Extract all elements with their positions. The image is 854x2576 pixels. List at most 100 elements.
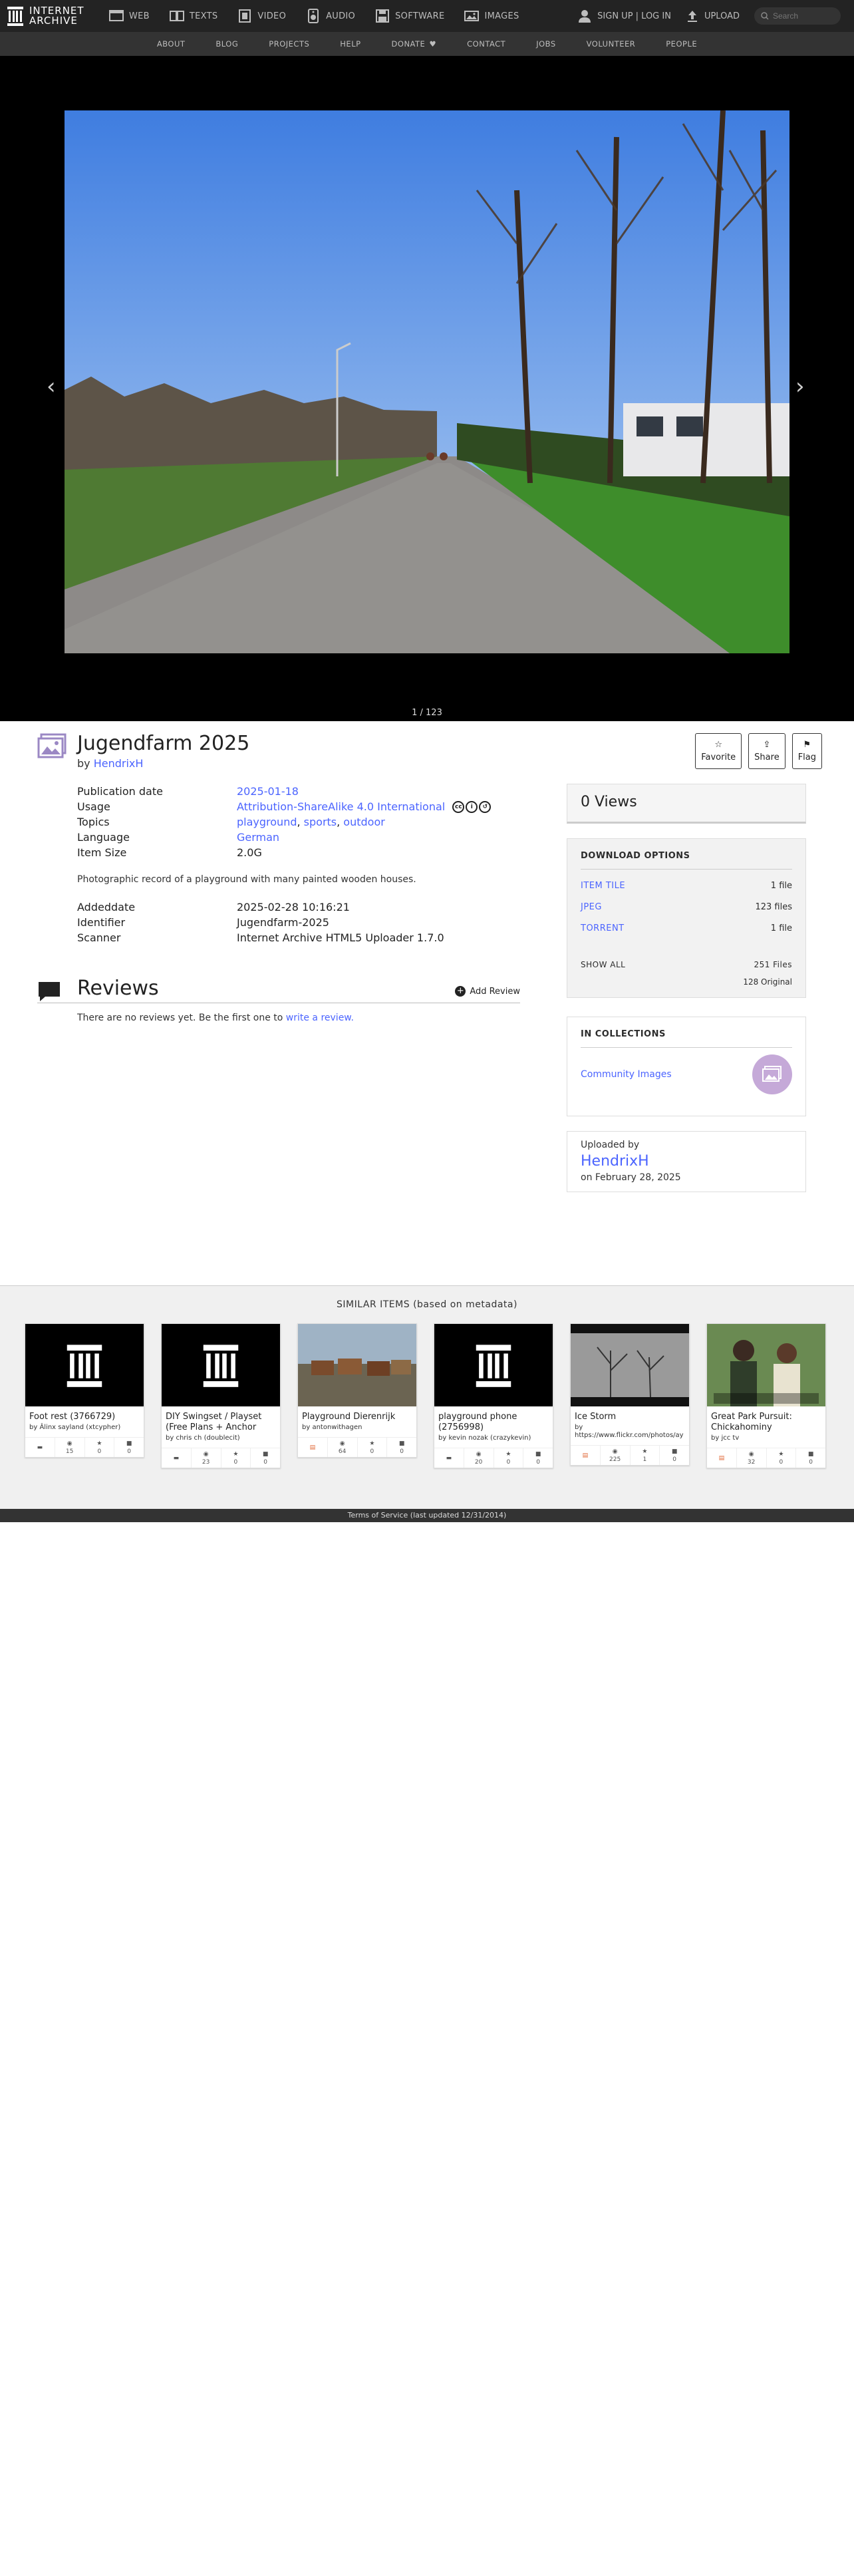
topic-link[interactable]: playground (237, 816, 297, 828)
subnav-blog[interactable]: BLOG (215, 39, 238, 49)
user-icon (579, 10, 591, 23)
film-icon: ▤ (298, 1438, 328, 1457)
top-bar: INTERNET ARCHIVE WEB TEXTS VIDEO AUDIO S… (0, 0, 854, 32)
reviews-stat: ■ 0 (262, 1450, 269, 1466)
tile-stats: ▬ ◉ 15 ★ 0 ■ 0 (25, 1437, 144, 1457)
main-photo[interactable] (65, 110, 789, 653)
image-counter: 1 / 123 (412, 708, 442, 718)
collections-title: IN COLLECTIONS (581, 1029, 792, 1048)
download-jpeg-link[interactable]: JPEG (581, 902, 602, 912)
reviews-title: Reviews (77, 977, 159, 1000)
similar-items-title: SIMILAR ITEMS (based on metadata) (337, 1299, 517, 1310)
tile-byline: by https://www.flickr.com/photos/ay (575, 1424, 684, 1439)
signup-login-link[interactable]: SIGN UP | LOG IN (577, 9, 671, 23)
similar-item-tile[interactable]: playground phone (2756998) by kevin noza… (434, 1323, 553, 1468)
archive-logo-thumbnail (434, 1324, 553, 1406)
cc-icon: cc (452, 801, 465, 814)
author-link[interactable]: HendrixH (94, 757, 144, 770)
similar-item-tile[interactable]: Playground Dierenrijk by antonwithagen ▤… (297, 1323, 417, 1458)
uploader-link[interactable]: HendrixH (581, 1153, 649, 1170)
search-input[interactable] (773, 11, 839, 21)
heart-icon: ♥ (429, 39, 437, 49)
terms-of-service-footer[interactable]: Terms of Service (last updated 12/31/201… (0, 1509, 854, 1522)
eye-icon: ◉ (203, 1450, 209, 1458)
download-row: ITEM TILE 1 file (581, 881, 792, 891)
subnav-contact[interactable]: CONTACT (467, 39, 505, 49)
next-arrow-icon[interactable]: › (795, 375, 805, 398)
nav-video[interactable]: VIDEO (237, 9, 286, 23)
download-item-tile-link[interactable]: ITEM TILE (581, 881, 625, 891)
film-icon (239, 9, 251, 23)
topic-link[interactable]: sports (304, 816, 337, 828)
cows-thumbnail (298, 1324, 416, 1406)
favorite-button[interactable]: ☆ Favorite (695, 733, 742, 769)
user-nav: SIGN UP | LOG IN UPLOAD (577, 0, 841, 32)
book-icon (169, 11, 184, 21)
subnav-volunteer[interactable]: VOLUNTEER (587, 39, 636, 49)
eye-icon: ◉ (476, 1450, 482, 1458)
favorites-stat: ★ 0 (358, 1438, 388, 1457)
search-icon (761, 12, 769, 20)
plus-icon: + (455, 986, 466, 997)
reviews-stat: ■ 0 (126, 1440, 132, 1455)
add-review-button[interactable]: + Add Review (455, 986, 520, 997)
item-byline: by HendrixH (77, 757, 144, 770)
similar-items-section: SIMILAR ITEMS (based on metadata) Foot r… (0, 1285, 854, 1509)
archive-building-icon (203, 1345, 239, 1387)
community-images-link[interactable]: Community Images (581, 1069, 672, 1080)
write-review-link[interactable]: write a review. (286, 1013, 354, 1023)
photo-scene (65, 110, 789, 653)
subnav-donate[interactable]: DONATE ♥ (392, 39, 437, 49)
star-icon: ★ (233, 1450, 239, 1458)
subnav-about[interactable]: ABOUT (157, 39, 186, 49)
show-all-row: SHOW ALL 251 Files (581, 960, 792, 969)
topic-link[interactable]: outdoor (343, 816, 385, 828)
views-stat: ◉ 225 (601, 1446, 631, 1465)
image-viewer: ‹ › 1 / 123 (0, 56, 854, 721)
tile-title: DIY Swingset / Playset (Free Plans + Anc… (166, 1412, 262, 1432)
folder-icon: ▬ (434, 1448, 464, 1468)
similar-item-tile[interactable]: Great Park Pursuit: Chickahominy by jcc … (706, 1323, 826, 1468)
ice-storm-thumbnail (571, 1324, 689, 1406)
similar-item-tile[interactable]: Ice Storm by https://www.flickr.com/phot… (570, 1323, 690, 1466)
internet-archive-logo[interactable]: INTERNET ARCHIVE (7, 4, 84, 28)
folder-icon: ▬ (162, 1448, 192, 1468)
nav-texts[interactable]: TEXTS (169, 9, 218, 23)
tile-title: playground phone (2756998) (438, 1412, 517, 1432)
favorites-stat: ★ 0 (767, 1448, 797, 1468)
flag-icon: ⚑ (803, 740, 811, 750)
reviews-stat: ■ 0 (398, 1440, 405, 1455)
search-box[interactable] (754, 7, 841, 25)
subnav-people[interactable]: PEOPLE (666, 39, 697, 49)
nav-audio[interactable]: AUDIO (306, 9, 355, 23)
nav-images[interactable]: IMAGES (464, 9, 519, 23)
nav-web[interactable]: WEB (109, 9, 150, 23)
archive-logo-thumbnail (162, 1324, 280, 1406)
language-link[interactable]: German (237, 831, 279, 844)
subnav-help[interactable]: HELP (340, 39, 360, 49)
previous-arrow-icon[interactable]: ‹ (47, 375, 56, 398)
reviews-stat: ■ 0 (535, 1450, 541, 1466)
similar-item-tile[interactable]: DIY Swingset / Playset (Free Plans + Anc… (161, 1323, 281, 1468)
publication-date-link[interactable]: 2025-01-18 (237, 785, 299, 798)
download-torrent-link[interactable]: TORRENT (581, 923, 625, 933)
collection-image-icon[interactable] (752, 1054, 792, 1094)
reviews-stat: ■ 0 (807, 1450, 814, 1466)
subnav-projects[interactable]: PROJECTS (269, 39, 309, 49)
uploader-panel: Uploaded by HendrixH on February 28, 202… (567, 1131, 806, 1192)
share-icon: ⇪ (763, 740, 771, 750)
comment-icon: ■ (535, 1450, 541, 1458)
meta-row-scanner: Scanner Internet Archive HTML5 Uploader … (77, 931, 444, 944)
flag-button[interactable]: ⚑ Flag (791, 733, 822, 769)
similar-item-tile[interactable]: Foot rest (3766729) by Âlinx sayland (xt… (25, 1323, 144, 1458)
subnav-jobs[interactable]: JOBS (536, 39, 555, 49)
upload-link[interactable]: UPLOAD (686, 9, 740, 23)
share-button[interactable]: ⇪ Share (748, 733, 785, 769)
show-all-link[interactable]: SHOW ALL (581, 960, 625, 969)
item-title: Jugendfarm 2025 (77, 732, 250, 755)
comment-icon: ■ (262, 1450, 269, 1458)
comment-icon: ■ (398, 1440, 405, 1447)
nav-software[interactable]: SOFTWARE (375, 9, 444, 23)
speaker-icon (308, 9, 319, 23)
license-link[interactable]: Attribution-ShareAlike 4.0 International (237, 800, 445, 813)
